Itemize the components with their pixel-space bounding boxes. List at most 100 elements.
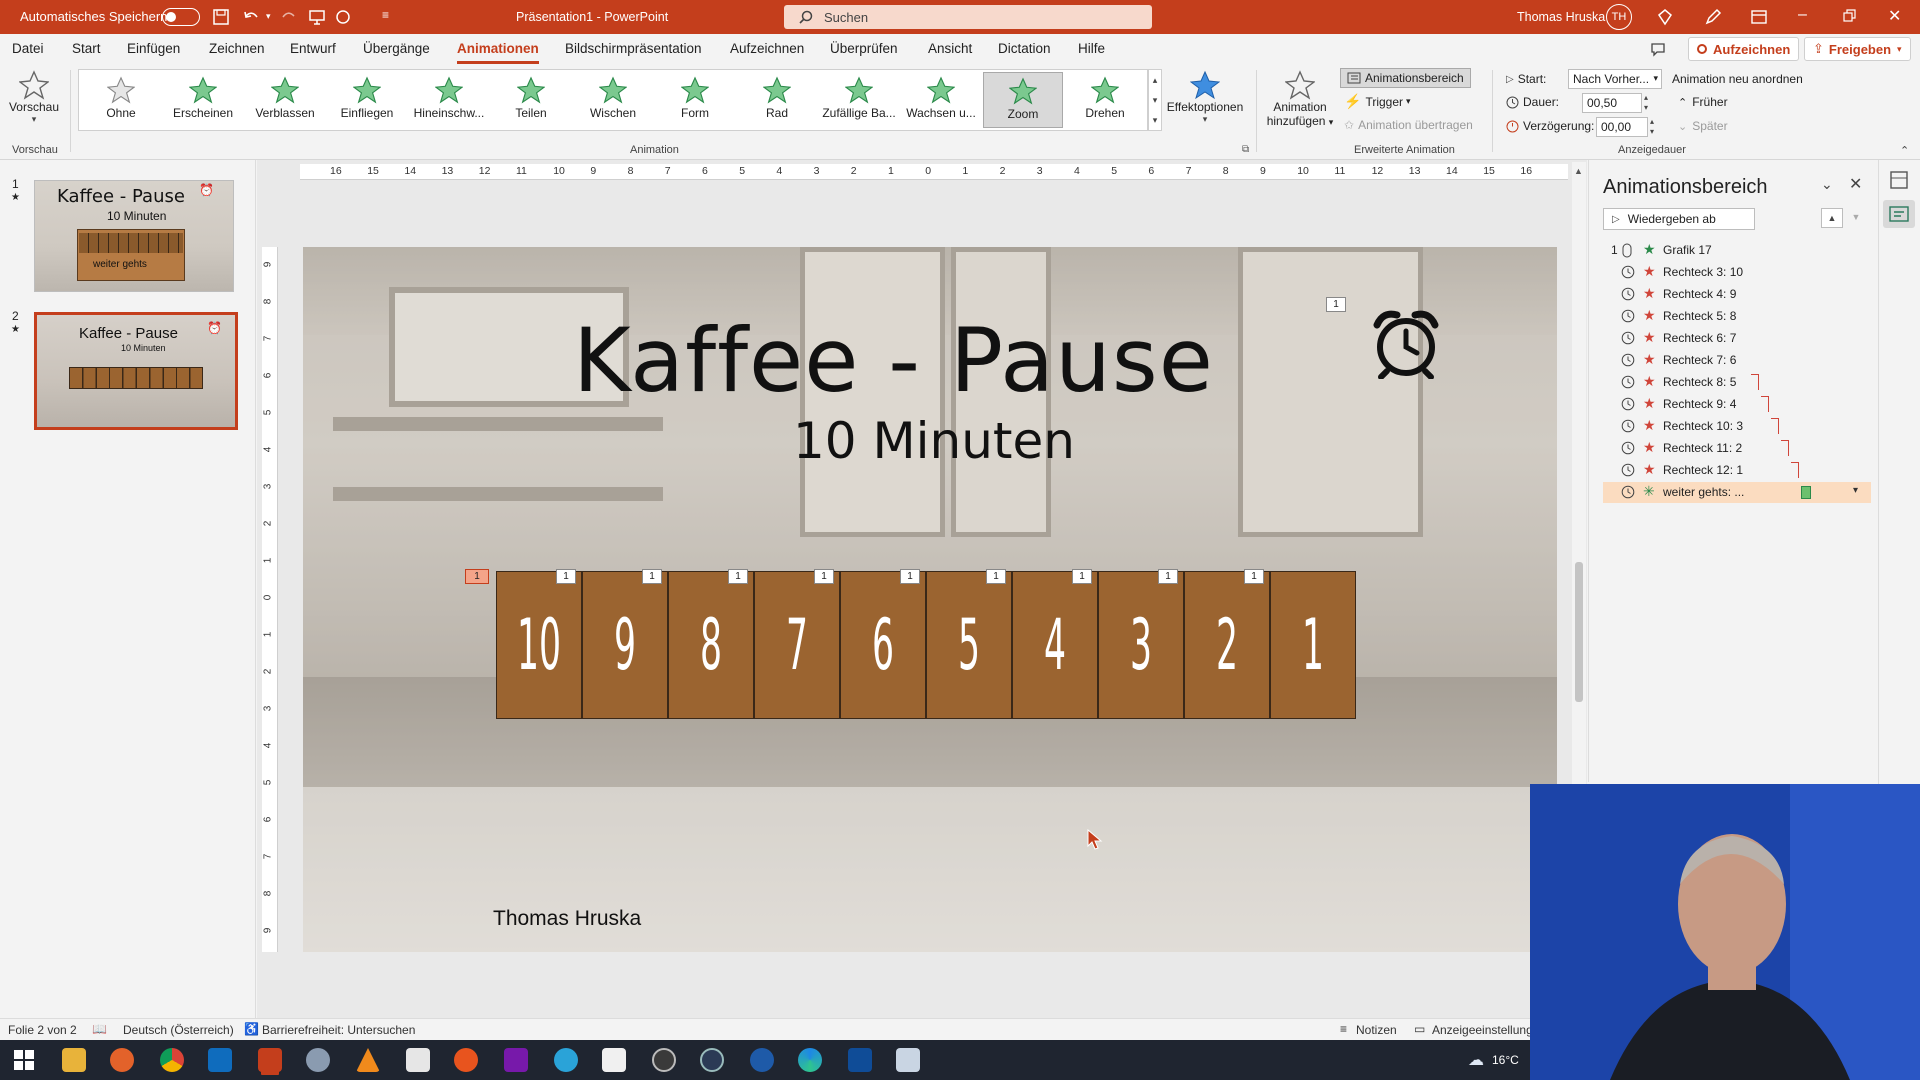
animation-item[interactable]: ★ Rechteck 7: 6 bbox=[1611, 350, 1871, 371]
slide-title[interactable]: Kaffee - Pause bbox=[573, 309, 1213, 429]
record-button[interactable]: Aufzeichnen bbox=[1688, 37, 1800, 61]
animation-painter-button[interactable]: ✩ Animation übertragen bbox=[1344, 118, 1473, 132]
animation-pane-button[interactable]: Animationsbereich bbox=[1340, 68, 1471, 88]
add-animation-button[interactable]: Animation hinzufügen ▾ bbox=[1262, 70, 1338, 128]
close-window-icon[interactable]: ✕ bbox=[1888, 6, 1901, 26]
animation-tag[interactable]: 1 bbox=[900, 569, 920, 584]
collapse-ribbon-icon[interactable]: ⌃ bbox=[1900, 144, 1909, 157]
notes-button[interactable]: Notizen bbox=[1356, 1023, 1397, 1037]
tab-einfuegen[interactable]: Einfügen bbox=[127, 34, 180, 64]
effect-zufällige-ba-[interactable]: Zufällige Ba... bbox=[819, 72, 899, 128]
slide-canvas[interactable]: Kaffee - Pause 10 Minuten 1 10 1 9 1 8 1 7 1 6 1 5… bbox=[303, 247, 1557, 952]
windows-start-icon[interactable] bbox=[14, 1050, 34, 1070]
effect-verblassen[interactable]: Verblassen bbox=[245, 72, 325, 128]
animation-item[interactable]: ★ Rechteck 5: 8 bbox=[1611, 306, 1871, 327]
chevron-down-icon[interactable]: ▾ bbox=[1853, 485, 1858, 496]
slide-thumbnail-2[interactable]: Kaffee - Pause 10 Minuten ⏰ bbox=[34, 312, 238, 430]
tab-ansicht[interactable]: Ansicht bbox=[928, 34, 972, 64]
comments-icon[interactable] bbox=[1650, 41, 1666, 57]
animation-tag[interactable]: 1 bbox=[1072, 569, 1092, 584]
effect-form[interactable]: Form bbox=[655, 72, 735, 128]
duration-input[interactable]: 00,50 bbox=[1582, 93, 1642, 113]
animation-item[interactable]: ✳ weiter gehts: ... ▾ bbox=[1603, 482, 1871, 503]
move-later-button[interactable]: ⌄ Später bbox=[1678, 119, 1728, 133]
countdown-box-3[interactable]: 3 bbox=[1098, 571, 1184, 719]
tab-uebergaenge[interactable]: Übergänge bbox=[363, 34, 430, 64]
effect-zoom[interactable]: Zoom bbox=[983, 72, 1063, 128]
ribbon-display-icon[interactable] bbox=[1750, 8, 1768, 26]
animation-tag[interactable]: 1 bbox=[642, 569, 662, 584]
animation-pane-toggle[interactable] bbox=[1883, 200, 1915, 228]
tab-animationen[interactable]: Animationen bbox=[457, 34, 539, 64]
gallery-scroll[interactable]: ▴ ▾ ▾ bbox=[1148, 69, 1162, 131]
display-settings-icon[interactable]: ▭ bbox=[1414, 1022, 1425, 1036]
animation-item[interactable]: ★ Rechteck 8: 5 bbox=[1611, 372, 1871, 393]
diamond-icon[interactable] bbox=[1656, 8, 1674, 26]
edge-icon[interactable] bbox=[798, 1048, 822, 1072]
file-explorer-icon[interactable] bbox=[62, 1048, 86, 1072]
app-icon[interactable] bbox=[750, 1048, 774, 1072]
minimize-icon[interactable]: – bbox=[1798, 6, 1807, 24]
countdown-box-10[interactable]: 10 bbox=[496, 571, 582, 719]
save-icon[interactable] bbox=[212, 8, 230, 26]
animation-tag[interactable]: 1 bbox=[1158, 569, 1178, 584]
countdown-box-9[interactable]: 9 bbox=[582, 571, 668, 719]
move-down-icon[interactable]: ▼ bbox=[1845, 208, 1867, 228]
animation-item[interactable]: ★ Rechteck 10: 3 bbox=[1611, 416, 1871, 437]
animation-tag[interactable]: 1 bbox=[814, 569, 834, 584]
animation-item[interactable]: ★ Grafik 17 bbox=[1611, 240, 1871, 261]
delay-spinner[interactable]: ▴ ▾ bbox=[1650, 117, 1654, 137]
app-icon[interactable] bbox=[454, 1048, 478, 1072]
move-up-icon[interactable]: ▲ bbox=[1821, 208, 1843, 228]
user-name[interactable]: Thomas Hruska bbox=[1517, 10, 1605, 24]
search-box[interactable]: Suchen bbox=[784, 5, 1152, 29]
animation-item[interactable]: ★ Rechteck 6: 7 bbox=[1611, 328, 1871, 349]
vlc-icon[interactable] bbox=[356, 1048, 380, 1072]
spellcheck-icon[interactable]: 📖 bbox=[92, 1022, 107, 1036]
effect-ohne[interactable]: Ohne bbox=[81, 72, 161, 128]
pen-icon[interactable] bbox=[1704, 8, 1722, 26]
app-icon[interactable] bbox=[700, 1048, 724, 1072]
redo-icon[interactable] bbox=[280, 8, 298, 26]
animation-tag-group[interactable]: 1 bbox=[465, 569, 489, 584]
tab-start[interactable]: Start bbox=[72, 34, 101, 64]
powerpoint-icon[interactable] bbox=[258, 1048, 282, 1072]
preview-button[interactable]: Vorschau ▾ bbox=[8, 70, 60, 125]
animation-item[interactable]: ★ Rechteck 4: 9 bbox=[1611, 284, 1871, 305]
countdown-box-2[interactable]: 2 bbox=[1184, 571, 1270, 719]
effect-drehen[interactable]: Drehen bbox=[1065, 72, 1145, 128]
move-earlier-button[interactable]: ⌃ Früher bbox=[1678, 95, 1728, 109]
customize-qat-icon[interactable]: ≡ bbox=[382, 8, 389, 22]
slide-subtitle[interactable]: 10 Minuten bbox=[793, 412, 1075, 470]
effect-teilen[interactable]: Teilen bbox=[491, 72, 571, 128]
effect-options-button[interactable]: Effektoptionen ▾ bbox=[1164, 70, 1246, 125]
animation-tag[interactable]: 1 bbox=[556, 569, 576, 584]
chevron-down-icon[interactable]: ⌄ bbox=[1821, 176, 1833, 193]
effect-einfliegen[interactable]: Einfliegen bbox=[327, 72, 407, 128]
undo-icon[interactable] bbox=[242, 8, 260, 26]
effect-erscheinen[interactable]: Erscheinen bbox=[163, 72, 243, 128]
telegram-icon[interactable] bbox=[554, 1048, 578, 1072]
tab-zeichnen[interactable]: Zeichnen bbox=[209, 34, 265, 64]
start-select[interactable]: Nach Vorher... ▾ bbox=[1568, 69, 1662, 89]
undo-dropdown-icon[interactable]: ▾ bbox=[266, 11, 271, 22]
display-settings-button[interactable]: Anzeigeeinstellung bbox=[1432, 1023, 1533, 1037]
effect-rad[interactable]: Rad bbox=[737, 72, 817, 128]
trigger-button[interactable]: ⚡ Trigger ▾ bbox=[1344, 93, 1411, 110]
countdown-box-5[interactable]: 5 bbox=[926, 571, 1012, 719]
present-icon[interactable] bbox=[308, 8, 326, 26]
slide-counter[interactable]: Folie 2 von 2 bbox=[8, 1023, 77, 1037]
effect-hineinschw-[interactable]: Hineinschw... bbox=[409, 72, 489, 128]
word-icon[interactable] bbox=[848, 1048, 872, 1072]
countdown-box-7[interactable]: 7 bbox=[754, 571, 840, 719]
animation-item[interactable]: ★ Rechteck 3: 10 bbox=[1611, 262, 1871, 283]
countdown-box-8[interactable]: 8 bbox=[668, 571, 754, 719]
chrome-icon[interactable] bbox=[160, 1048, 184, 1072]
animation-tag[interactable]: 1 bbox=[728, 569, 748, 584]
animation-item[interactable]: ★ Rechteck 12: 1 bbox=[1611, 460, 1871, 481]
countdown-box-6[interactable]: 6 bbox=[840, 571, 926, 719]
app-icon[interactable] bbox=[652, 1048, 676, 1072]
designer-icon[interactable] bbox=[1889, 170, 1909, 190]
countdown-box-1[interactable]: 1 bbox=[1270, 571, 1356, 719]
animation-tag[interactable]: 1 bbox=[1244, 569, 1264, 584]
